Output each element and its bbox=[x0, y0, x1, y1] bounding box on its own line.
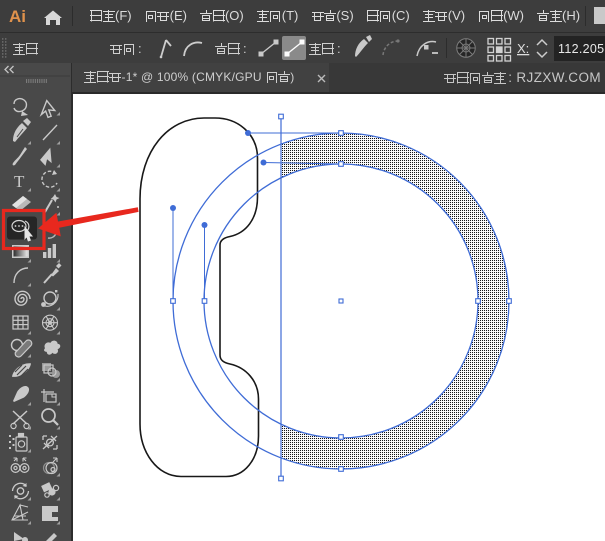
svg-text:112.205: 112.205 bbox=[558, 42, 604, 56]
svg-text:X:: X: bbox=[517, 41, 529, 56]
